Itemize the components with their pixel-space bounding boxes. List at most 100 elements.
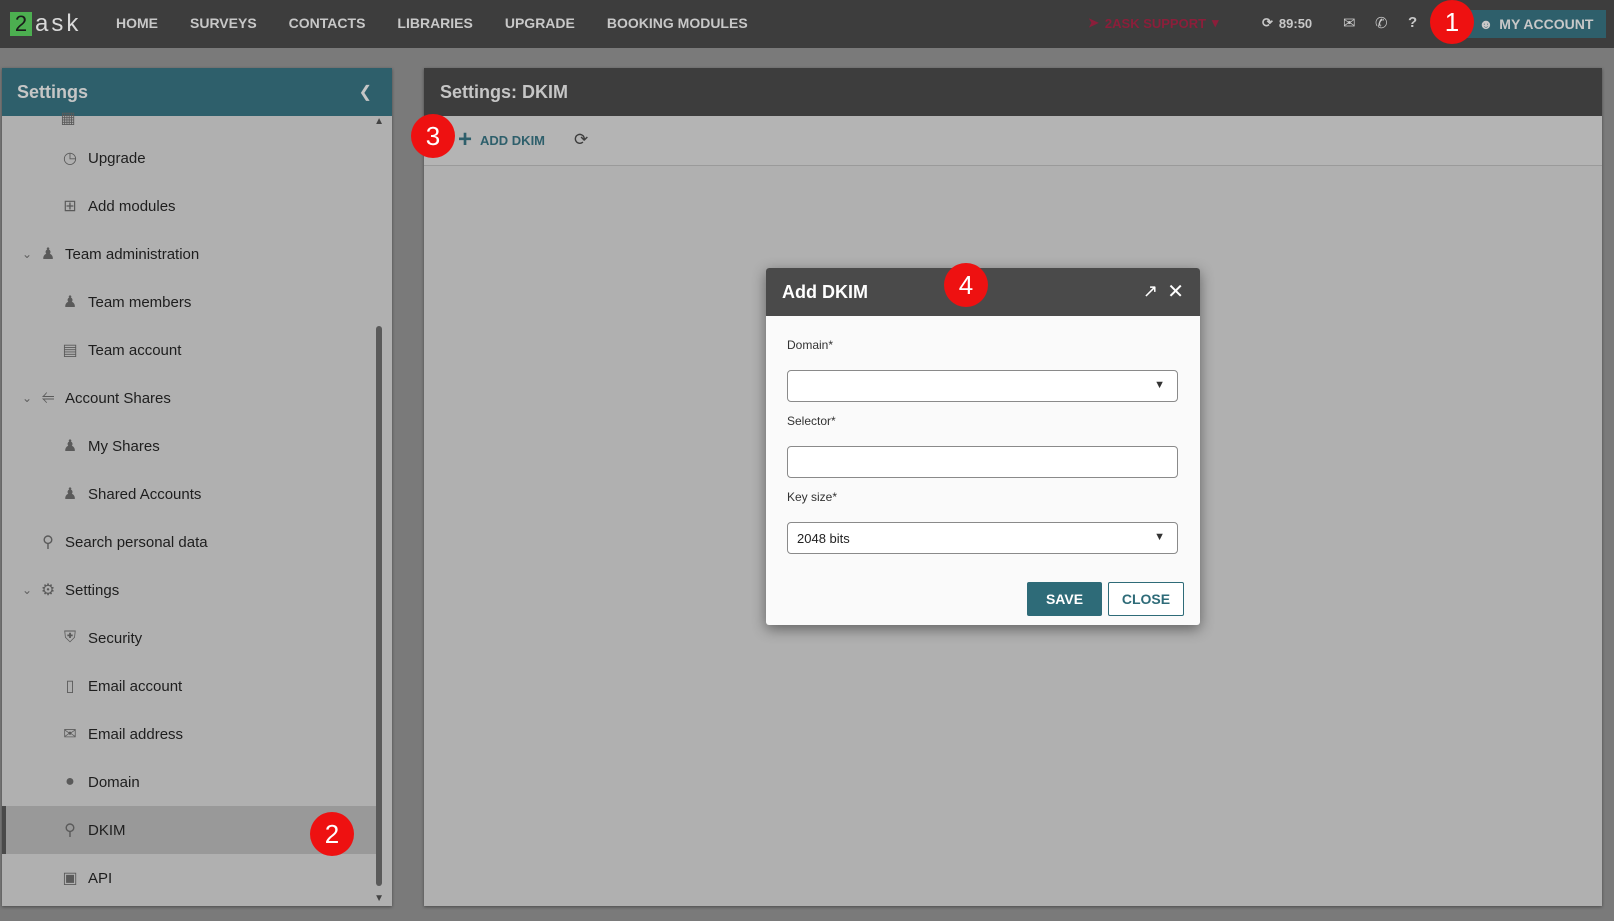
chevron-down-icon: ⌄ xyxy=(22,583,33,597)
sidebar-item-label: Email account xyxy=(88,677,183,695)
add-dkim-label: ADD DKIM xyxy=(480,132,546,148)
caret-down-icon: ▾ xyxy=(1212,15,1219,30)
toolbar: + ADD DKIM ⟳ xyxy=(424,116,1602,166)
timer-value: 89:50 xyxy=(1278,15,1313,31)
mail-icon: ✉ xyxy=(63,726,77,743)
sidebar-item-email-address[interactable]: ✉ Email address xyxy=(2,710,376,758)
gear-icon: ⚙ xyxy=(40,582,56,599)
key-size-value: 2048 bits xyxy=(797,530,850,546)
scroll-down-arrow-icon[interactable]: ▼ xyxy=(374,893,384,904)
sidebar-item-team-account[interactable]: ▤ Team account xyxy=(2,326,376,374)
nav-booking-modules[interactable]: BOOKING MODULES xyxy=(607,15,748,31)
sidebar-item-search-personal-data[interactable]: ⚲ Search personal data xyxy=(2,518,376,566)
close-button[interactable]: CLOSE xyxy=(1108,582,1184,616)
globe-icon: ● xyxy=(65,773,75,790)
nav-libraries[interactable]: LIBRARIES xyxy=(397,15,472,31)
callout-1: 1 xyxy=(1430,0,1474,44)
page-title: Settings: DKIM xyxy=(440,81,568,102)
sidebar-item-label: Team administration xyxy=(65,245,200,263)
add-dkim-button[interactable]: + ADD DKIM xyxy=(458,128,546,152)
expand-icon[interactable]: ↗ xyxy=(1143,281,1158,302)
share-icon: ⥢ xyxy=(41,389,55,406)
main-header: Settings: DKIM xyxy=(424,68,1602,116)
selector-input[interactable] xyxy=(787,446,1178,478)
close-icon[interactable]: ✕ xyxy=(1167,279,1184,304)
domain-select[interactable]: ▼ xyxy=(787,370,1178,402)
sidebar-item-api[interactable]: ▣ API xyxy=(2,854,376,902)
sidebar-item-label: Add modules xyxy=(88,197,176,215)
mail-icon[interactable]: ✉ xyxy=(1343,14,1356,32)
my-account-label: MY ACCOUNT xyxy=(1499,16,1594,32)
rocket-icon: ➤ xyxy=(1088,15,1099,30)
key-size-label: Key size* xyxy=(787,490,838,504)
caret-down-icon: ▼ xyxy=(1154,531,1165,543)
settings-sidebar: Settings ❮ ▦ ◷ Upgrade ⊞ Add modules ⌄ ♟… xyxy=(2,68,392,906)
support-menu[interactable]: ➤ 2ASK SUPPORT ▾ xyxy=(1088,15,1219,31)
sidebar-item-my-shares[interactable]: ♟ My Shares xyxy=(2,422,376,470)
person-icon: ♟ xyxy=(62,438,78,455)
sidebar-item-add-modules[interactable]: ⊞ Add modules xyxy=(2,182,376,230)
nav-surveys[interactable]: SURVEYS xyxy=(190,15,257,31)
sidebar-item-label: Team members xyxy=(88,293,192,311)
inbox-icon: ▯ xyxy=(65,678,75,695)
sidebar-scrollbar[interactable] xyxy=(376,326,382,886)
sidebar-item-upgrade[interactable]: ◷ Upgrade xyxy=(2,134,376,182)
sidebar-item-label: Security xyxy=(88,629,143,647)
dialog-title: Add DKIM xyxy=(782,281,868,302)
key-size-select[interactable]: 2048 bits ▼ xyxy=(787,522,1178,554)
sidebar-item-label: Team account xyxy=(88,341,182,359)
sidebar-list: ▦ ◷ Upgrade ⊞ Add modules ⌄ ♟ Team admin… xyxy=(2,110,392,906)
callout-4: 4 xyxy=(944,263,988,307)
scroll-up-arrow-icon[interactable]: ▲ xyxy=(374,116,384,127)
main-nav: HOME SURVEYS CONTACTS LIBRARIES UPGRADE … xyxy=(100,0,764,46)
sidebar-item-email-account[interactable]: ▯ Email account xyxy=(2,662,376,710)
list-icon: ▤ xyxy=(62,342,78,359)
domain-label: Domain* xyxy=(787,338,834,352)
nav-contacts[interactable]: CONTACTS xyxy=(289,15,366,31)
shield-icon: ⛨ xyxy=(63,629,76,646)
sidebar-item-label: Account Shares xyxy=(65,389,171,407)
sidebar-item-team-members[interactable]: ♟ Team members xyxy=(2,278,376,326)
save-button[interactable]: SAVE xyxy=(1027,582,1102,616)
search-icon: ⚲ xyxy=(42,534,54,551)
support-label: 2ASK SUPPORT xyxy=(1104,15,1207,31)
phone-icon[interactable]: ✆ xyxy=(1375,14,1388,32)
clock-icon: ◷ xyxy=(63,150,77,167)
refresh-icon: ⟳ xyxy=(1262,15,1273,30)
people-icon: ♟ xyxy=(40,246,56,263)
callout-3: 3 xyxy=(411,114,455,158)
sidebar-item-security[interactable]: ⛨ Security xyxy=(2,614,376,662)
my-account-button[interactable]: ☻ MY ACCOUNT xyxy=(1466,10,1606,38)
callout-2: 2 xyxy=(310,812,354,856)
sidebar-item-label: Email address xyxy=(88,725,184,743)
sidebar-item-team-administration[interactable]: ⌄ ♟ Team administration xyxy=(2,230,376,278)
sidebar-item-label: My Shares xyxy=(88,437,160,455)
account-circle-icon: ☻ xyxy=(1478,16,1494,32)
sidebar-item-label: DKIM xyxy=(88,821,126,839)
sidebar-item-shared-accounts[interactable]: ♟ Shared Accounts xyxy=(2,470,376,518)
sidebar-item-label: API xyxy=(88,869,113,887)
sidebar-item-label: Shared Accounts xyxy=(88,485,202,503)
top-navbar: 2 ask HOME SURVEYS CONTACTS LIBRARIES UP… xyxy=(0,0,1614,48)
sidebar-item-label: Domain xyxy=(88,773,140,791)
caret-down-icon: ▼ xyxy=(1154,379,1165,391)
refresh-icon[interactable]: ⟳ xyxy=(574,130,588,150)
app-icon: ▦ xyxy=(60,110,76,127)
selector-label: Selector* xyxy=(787,414,836,428)
help-icon[interactable]: ? xyxy=(1408,14,1417,31)
people-icon: ♟ xyxy=(62,486,78,503)
sidebar-item-label: Search personal data xyxy=(65,533,208,551)
logo[interactable]: 2 ask xyxy=(10,10,81,37)
nav-upgrade[interactable]: UPGRADE xyxy=(505,15,575,31)
sidebar-item-account-shares[interactable]: ⌄ ⥢ Account Shares xyxy=(2,374,376,422)
sidebar-item-label: Settings xyxy=(65,581,120,599)
chip-icon: ▣ xyxy=(62,870,78,887)
logo-mark: 2 xyxy=(10,11,32,36)
add-box-icon: ⊞ xyxy=(63,198,77,215)
sidebar-item-settings[interactable]: ⌄ ⚙ Settings xyxy=(2,566,376,614)
session-timer[interactable]: ⟳ 89:50 xyxy=(1262,15,1312,31)
sidebar-item-domain[interactable]: ● Domain xyxy=(2,758,376,806)
add-dkim-dialog: Add DKIM ↗ ✕ Domain* ▼ Selector* Key siz… xyxy=(766,268,1200,625)
nav-home[interactable]: HOME xyxy=(116,15,158,31)
chevron-down-icon: ⌄ xyxy=(22,391,33,405)
